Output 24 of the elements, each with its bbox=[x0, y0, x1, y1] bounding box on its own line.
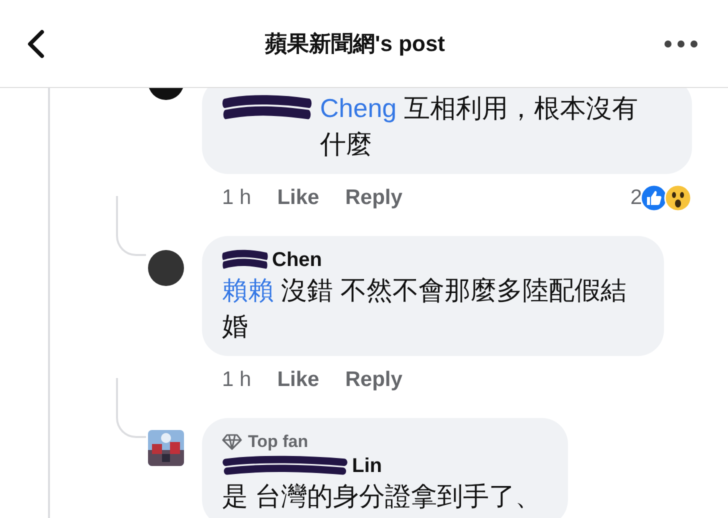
thumbs-up-icon bbox=[640, 184, 668, 212]
wow-emoji-icon bbox=[664, 184, 692, 212]
reply-button[interactable]: Reply bbox=[345, 186, 402, 210]
author-name[interactable]: Lin bbox=[352, 454, 382, 478]
author-name[interactable]: Chen bbox=[272, 248, 322, 272]
thread-line bbox=[116, 196, 146, 256]
comment-text: 是 台灣的身分證拿到手了、 bbox=[222, 480, 542, 513]
comment-time: 1 h bbox=[222, 186, 252, 210]
mention-link[interactable]: Cheng bbox=[320, 93, 397, 123]
like-button[interactable]: Like bbox=[277, 368, 320, 392]
comment-text: Cheng 互相利用，根本沒有什麼 bbox=[320, 92, 639, 161]
reply-button[interactable]: Reply bbox=[345, 368, 402, 392]
comment-text: 賴賴 沒錯 不然不會那麼多陸配假結婚 bbox=[222, 274, 628, 343]
comment-time: 1 h bbox=[222, 368, 252, 392]
back-icon[interactable] bbox=[26, 28, 46, 58]
like-button[interactable]: Like bbox=[277, 186, 320, 210]
reaction-count: 2 bbox=[630, 186, 642, 210]
more-icon[interactable] bbox=[664, 40, 698, 48]
post-title: 蘋果新聞網's post bbox=[264, 30, 446, 58]
diamond-icon bbox=[222, 433, 242, 451]
mention-link[interactable]: 賴賴 bbox=[222, 275, 274, 305]
top-fan-label: Top fan bbox=[248, 431, 308, 453]
avatar[interactable] bbox=[148, 250, 184, 286]
thread-line bbox=[116, 378, 146, 438]
